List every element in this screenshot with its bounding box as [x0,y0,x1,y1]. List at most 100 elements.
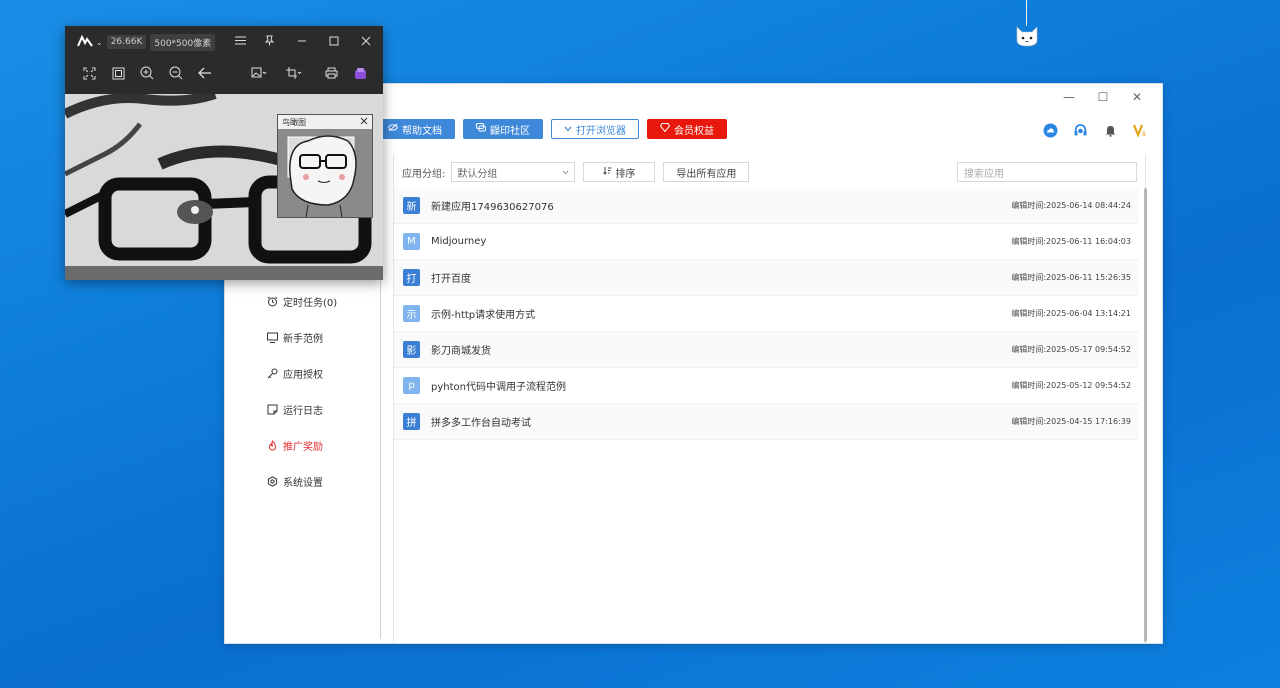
fit-screen-icon[interactable] [80,64,98,82]
list-item[interactable]: 拼 拼多多工作台自动考试 编辑时间:2025-04-15 17:16:39 [394,404,1139,440]
list-item[interactable]: 打 打开百度 编辑时间:2025-06-11 15:26:35 [394,260,1139,296]
app-badge: 示 [403,305,420,322]
chevron-down-icon [562,167,569,178]
vip-icon[interactable]: 8 [1132,122,1148,138]
print-icon[interactable] [322,64,340,82]
group-label: 应用分组: [402,168,446,180]
filter-bar: 应用分组: 默认分组 排序 导出所有应用 搜索应用 [402,162,1137,182]
sidebar-item-label: 定时任务(0) [283,298,338,309]
birds-eye-titlebar: 鸟瞰图 [278,115,372,129]
group-select-value: 默认分组 [457,168,498,180]
viewer-toolbar [65,58,383,88]
community-button[interactable]: 鼹印社区 [463,119,543,139]
help-docs-button[interactable]: 帮助文档 [375,119,455,139]
export-all-button[interactable]: 导出所有应用 [663,162,750,182]
svg-text:8: 8 [1142,131,1146,137]
sort-button[interactable]: 排序 [583,162,656,182]
maximize-button[interactable]: ☐ [1086,88,1120,106]
close-button[interactable]: ✕ [1120,88,1154,106]
headset-icon[interactable] [1072,122,1088,138]
membership-label: 会员权益 [674,125,714,137]
actual-size-icon[interactable] [109,64,127,82]
viewer-maximize-button[interactable] [329,36,339,49]
minimize-button[interactable]: — [1052,88,1086,106]
sort-icon [603,166,612,178]
app-badge: 新 [403,197,420,214]
community-label: 鼹印社区 [490,125,530,137]
app-list: 新 新建应用1749630627076 编辑时间:2025-06-14 08:4… [394,188,1139,440]
cat-face-icon[interactable] [1014,24,1040,48]
sidebar-item-label: 运行日志 [283,406,323,417]
log-icon [267,404,278,415]
list-item[interactable]: 示 示例-http请求使用方式 编辑时间:2025-06-04 13:14:21 [394,296,1139,332]
open-browser-button[interactable]: 打开浏览器 [551,119,639,139]
back-arrow-icon[interactable] [196,64,214,82]
viewer-minimize-button[interactable] [297,36,307,49]
app-name: 示例-http请求使用方式 [431,310,536,321]
image-viewer-window: ⌄ 26.66K 500*500像素 鸟瞰图 [65,26,383,280]
app-icon[interactable] [351,64,369,82]
crop-icon[interactable] [285,64,303,82]
sidebar-item-scheduled-tasks[interactable]: 定时任务(0) [267,294,337,309]
sidebar-item-app-license[interactable]: 应用授权 [267,366,323,381]
key-icon [267,368,278,379]
sidebar-item-promotion-rewards[interactable]: 推广奖励 [267,438,323,453]
list-item[interactable]: 影 影刀商城发货 编辑时间:2025-05-17 09:54:52 [394,332,1139,368]
edit-time: 编辑时间:2025-06-04 13:14:21 [1011,309,1131,318]
open-browser-label: 打开浏览器 [576,125,626,137]
edit-time: 编辑时间:2025-05-17 09:54:52 [1011,345,1131,354]
app-name: Midjourney [431,236,487,247]
chevron-down-icon [564,124,572,135]
chevron-down-icon[interactable]: ⌄ [96,38,103,47]
viewer-titlebar: ⌄ 26.66K 500*500像素 [65,26,383,58]
sidebar-item-system-settings[interactable]: 系统设置 [267,474,323,489]
bell-icon[interactable] [1102,122,1118,138]
app-badge: M [403,233,420,250]
menu-icon[interactable] [235,36,246,48]
edit-time: 编辑时间:2025-06-11 15:26:35 [1011,273,1131,282]
edit-time: 编辑时间:2025-06-11 16:04:03 [1011,237,1131,246]
search-input[interactable]: 搜索应用 [957,162,1137,182]
cloud-icon[interactable] [1042,122,1058,138]
sidebar-item-run-logs[interactable]: 运行日志 [267,402,323,417]
app-badge: 打 [403,269,420,286]
viewer-statusbar [65,266,383,280]
zoom-in-icon[interactable] [138,64,156,82]
app-name: 新建应用1749630627076 [431,202,554,213]
birds-eye-panel[interactable]: 鸟瞰图 [277,114,373,218]
app-name: 打开百度 [431,274,471,285]
dimensions-badge: 500*500像素 [150,33,216,51]
list-item[interactable]: M Midjourney 编辑时间:2025-06-11 16:04:03 [394,224,1139,260]
sidebar-item-label: 应用授权 [283,370,323,381]
app-name: 拼多多工作台自动考试 [431,418,531,429]
close-icon[interactable] [360,117,368,127]
group-select[interactable]: 默认分组 [451,162,576,182]
birds-eye-thumbnail [278,129,372,218]
export-label: 导出所有应用 [676,168,737,180]
mascot-string [1026,0,1027,26]
search-placeholder: 搜索应用 [964,168,1004,180]
viewer-close-button[interactable] [361,36,371,49]
sort-label: 排序 [615,168,636,180]
app-list-panel: 应用分组: 默认分组 排序 导出所有应用 搜索应用 新 新建应用17496306… [393,154,1147,644]
zoom-out-icon[interactable] [167,64,185,82]
list-item[interactable]: 新 新建应用1749630627076 编辑时间:2025-06-14 08:4… [394,188,1139,224]
edit-time: 编辑时间:2025-05-12 09:54:52 [1011,381,1131,390]
edit-time: 编辑时间:2025-04-15 17:16:39 [1011,417,1131,426]
list-item[interactable]: p pyhton代码中调用子流程范例 编辑时间:2025-05-12 09:54… [394,368,1139,404]
sidebar-item-examples[interactable]: 新手范例 [267,330,323,345]
alarm-clock-icon [267,296,278,307]
app-name: pyhton代码中调用子流程范例 [431,382,566,393]
toolbar-right: 8 [1042,122,1148,138]
eye-slash-icon [388,123,398,135]
monitor-icon [267,332,278,343]
app-name: 影刀商城发货 [431,346,491,357]
app-badge: p [403,377,420,394]
diamond-icon [659,123,671,135]
membership-button[interactable]: 会员权益 [647,119,727,139]
image-menu-icon[interactable] [250,64,268,82]
pin-icon[interactable] [264,35,275,49]
top-toolbar: 帮助文档 鼹印社区 打开浏览器 会员权益 [375,119,727,139]
chat-icon [476,123,486,135]
list-scrollbar[interactable] [1144,188,1147,642]
